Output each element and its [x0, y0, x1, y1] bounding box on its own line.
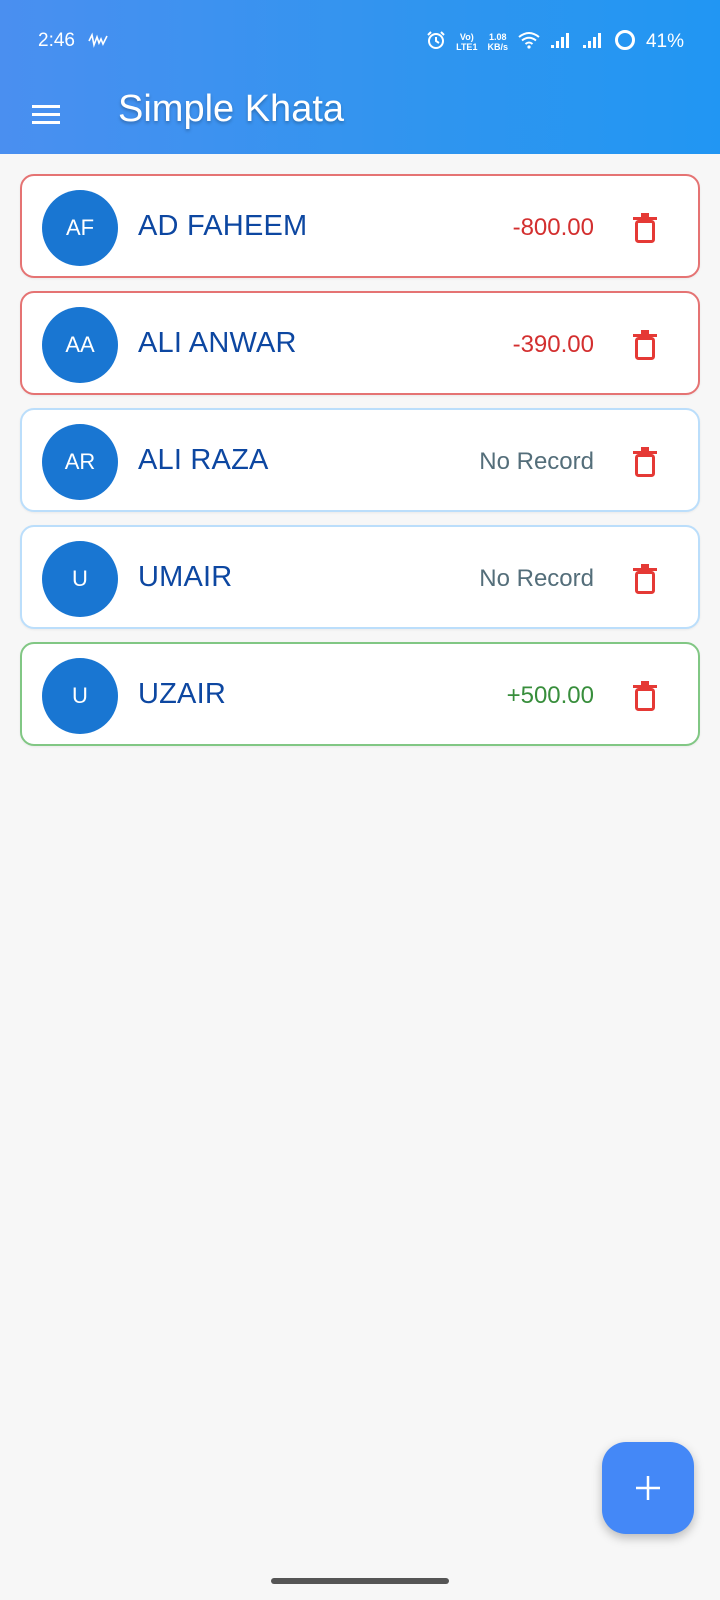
trash-icon [633, 213, 657, 243]
customer-balance: -800.00 [512, 214, 594, 241]
trash-icon [633, 447, 657, 477]
delete-button[interactable] [630, 678, 660, 714]
customer-balance: +500.00 [506, 682, 594, 709]
network-speed: 1.08 KB/s [487, 32, 508, 52]
avatar: AF [42, 190, 118, 266]
signal-icon [550, 31, 572, 54]
menu-button[interactable] [26, 94, 66, 134]
customer-balance: No Record [479, 565, 594, 592]
hamburger-menu-icon [32, 105, 60, 124]
signal-icon [582, 31, 604, 54]
speed-unit: KB/s [487, 42, 508, 52]
plus-icon [636, 1476, 660, 1500]
customer-name: AD FAHEEM [138, 210, 308, 242]
app-bar: Simple Khata [0, 80, 720, 154]
delete-button[interactable] [630, 444, 660, 480]
status-time: 2:46 [38, 30, 75, 51]
status-icons: Vo) LTE1 1.08 KB/s 41% [426, 26, 684, 58]
trash-icon [633, 564, 657, 594]
volte-label: Vo) [459, 32, 474, 42]
trash-icon [633, 330, 657, 360]
delete-button[interactable] [630, 561, 660, 597]
battery-percent: 41% [645, 31, 684, 52]
status-bar: 2:46 Vo) LTE1 1.08 KB/s 41% [0, 0, 720, 80]
customer-card[interactable]: U UMAIR No Record [20, 525, 700, 629]
alarm-icon [426, 30, 446, 55]
activity-icon [88, 32, 108, 53]
delete-button[interactable] [630, 210, 660, 246]
avatar: U [42, 658, 118, 734]
customer-card[interactable]: AF AD FAHEEM -800.00 [20, 174, 700, 278]
customer-balance: -390.00 [512, 331, 594, 358]
home-indicator[interactable] [271, 1578, 449, 1584]
network-type: Vo) LTE1 [456, 32, 477, 52]
customer-balance: No Record [479, 448, 594, 475]
customer-list: AF AD FAHEEM -800.00 AA ALI ANWAR -390.0… [20, 174, 700, 759]
avatar: AR [42, 424, 118, 500]
customer-name: ALI RAZA [138, 444, 269, 476]
customer-name: UMAIR [138, 561, 233, 593]
customer-card[interactable]: AA ALI ANWAR -390.00 [20, 291, 700, 395]
speed-value: 1.08 [488, 32, 507, 42]
customer-card[interactable]: AR ALI RAZA No Record [20, 408, 700, 512]
lte-label: LTE1 [456, 42, 478, 52]
customer-card[interactable]: U UZAIR +500.00 [20, 642, 700, 746]
wifi-icon [518, 31, 540, 54]
customer-name: ALI ANWAR [138, 327, 297, 359]
delete-button[interactable] [630, 327, 660, 363]
avatar: U [42, 541, 118, 617]
add-customer-button[interactable] [602, 1442, 694, 1534]
trash-icon [633, 681, 657, 711]
customer-name: UZAIR [138, 678, 226, 710]
battery-icon [614, 29, 636, 56]
app-title: Simple Khata [118, 88, 345, 130]
top-bar: 2:46 Vo) LTE1 1.08 KB/s 41% Simple Khata [0, 0, 720, 154]
avatar: AA [42, 307, 118, 383]
